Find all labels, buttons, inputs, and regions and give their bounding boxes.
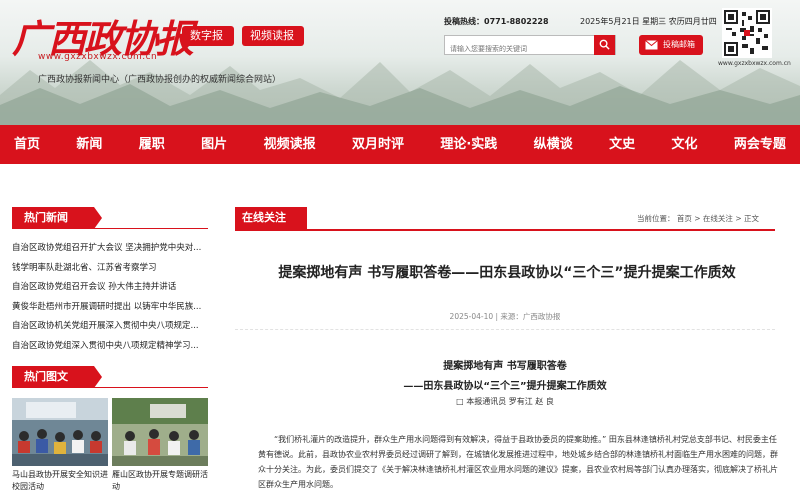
qr-code [722,8,772,58]
nav-item-commentary[interactable]: 纵横谈 [532,125,575,164]
hotline-number: 0771-8802228 [484,17,549,26]
breadcrumb-separator: > [694,214,701,223]
article-subtitle: 提案掷地有声 书写履职答卷 [443,361,567,372]
meeting-photo [112,398,208,466]
photo-caption[interactable]: 马山县政协开展安全知识进校园活动 [12,469,108,493]
hotline-label: 投稿热线： [444,17,484,26]
site-header: 广西政协报 www.gxzxbxwzx.com.cn 广西政协报新闻中心（广西政… [0,0,800,125]
search-icon [599,39,610,50]
nav-item-photos[interactable]: 图片 [199,125,229,164]
hot-news-list: 自治区政协党组召开扩大会议 坚决拥护党中央对... 钱学明率队赴湖北省、江苏省考… [12,239,208,356]
nav-item-two-sessions[interactable]: 两会专题 [732,125,788,164]
list-item[interactable]: 自治区政协党组深入贯彻中央八项规定精神学习... [12,337,208,357]
main-nav: 首页 新闻 履职 图片 视频读报 双月时评 理论·实践 纵横谈 文史 文化 两会… [0,125,800,164]
breadcrumb-home[interactable]: 首页 [677,214,692,223]
search-button[interactable] [594,35,615,55]
list-item[interactable]: 自治区政协党组召开会议 孙大伟主持并讲话 [12,278,208,298]
breadcrumb-separator: > [735,214,742,223]
search-input[interactable] [445,40,595,58]
section-header: 在线关注 当前位置： 首页 > 在线关注 > 正文 [235,207,775,231]
article-byline: □ 本报通讯员 罗有江 赵 良 [456,397,554,406]
list-item[interactable]: 钱学明率队赴湖北省、江苏省考察学习 [12,259,208,279]
nav-item-news[interactable]: 新闻 [74,125,104,164]
nav-item-duties[interactable]: 履职 [137,125,167,164]
nav-item-bimonthly[interactable]: 双月时评 [350,125,406,164]
article-meta: 2025-04-10 | 来源：广西政协报 [449,312,561,321]
hotline: 投稿热线：0771-8802228 [444,16,549,27]
qr-caption: www.gxzxbxwzx.com.cn [718,60,791,67]
hot-photos-underline [12,366,208,388]
article-paragraph: “我们桥礼灌片的改造提升，群众生产用水问题得到有效解决，得益于县政协委员的提案助… [258,435,778,489]
hot-news-underline [12,207,208,229]
classroom-photo [12,398,108,466]
mail-label: 投稿邮箱 [663,40,695,49]
site-url: www.gxzxbxwzx.com.cn [38,52,158,62]
list-item[interactable]: 自治区政协机关党组开展深入贯彻中央八项规定... [12,317,208,337]
breadcrumb-section[interactable]: 在线关注 [703,214,733,223]
site-tagline: 广西政协报新闻中心（广西政协报创办的权威新闻综合网站） [38,75,282,85]
submit-mail-button[interactable]: 投稿邮箱 [639,35,703,55]
search-box [444,35,616,58]
breadcrumb: 当前位置： 首页 > 在线关注 > 正文 [637,213,759,224]
list-item[interactable]: 黄俊华赴梧州市开展调研时提出 以铸牢中华民族... [12,298,208,318]
current-date: 2025年5月21日 星期三 农历四月廿四 [580,17,717,26]
photo-thumbnail[interactable] [112,398,208,466]
breadcrumb-current: 正文 [744,214,759,223]
breadcrumb-label: 当前位置： [636,214,675,223]
section-title: 在线关注 [235,207,307,229]
qr-code-icon [724,10,770,56]
article-subtitle-2: ——田东县政协以“三个三”提升提案工作质效 [403,381,607,392]
nav-item-home[interactable]: 首页 [12,125,42,164]
nav-item-theory[interactable]: 理论·实践 [438,125,499,164]
list-item[interactable]: 自治区政协党组召开扩大会议 坚决拥护党中央对... [12,239,208,259]
article-title: 提案掷地有声 书写履职答卷——田东县政协以“三个三”提升提案工作质效 [278,265,736,281]
nav-item-culture[interactable]: 文化 [669,125,699,164]
mail-icon [645,40,658,50]
divider [235,329,775,330]
digital-paper-button[interactable]: 数字报 [182,26,234,46]
photo-thumbnail[interactable] [12,398,108,466]
photo-caption[interactable]: 雁山区政协开展专题调研活动 [112,469,208,493]
video-paper-button[interactable]: 视频读报 [242,26,304,46]
nav-item-video[interactable]: 视频读报 [262,125,318,164]
nav-item-history[interactable]: 文史 [607,125,637,164]
